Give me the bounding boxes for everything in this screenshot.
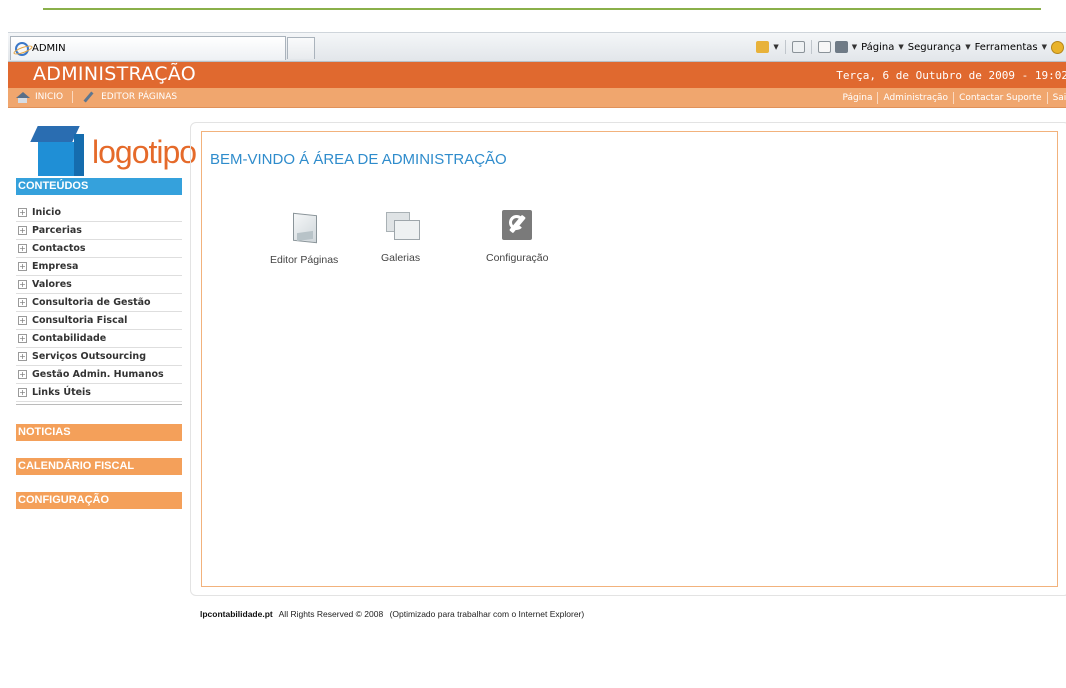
sidebar-item-parcerias[interactable]: + Parcerias	[16, 222, 182, 240]
expand-plus-icon: +	[18, 334, 27, 343]
sidebar-item-label: Links Úteis	[32, 387, 91, 398]
nav-inicio-link[interactable]: INICIO	[35, 92, 63, 102]
internet-explorer-icon	[15, 41, 29, 56]
sidebar-item-consultoria-fiscal[interactable]: + Consultoria Fiscal	[16, 312, 182, 330]
sidebar-item-contactos[interactable]: + Contactos	[16, 240, 182, 258]
sidebar-item-inicio[interactable]: + Inicio	[16, 204, 182, 222]
browser-tab[interactable]: ADMIN	[10, 36, 286, 60]
logo-box-side	[74, 134, 84, 176]
home-icon	[14, 91, 30, 103]
sidebar-item-label: Inicio	[32, 207, 61, 218]
page-editor-icon	[289, 210, 319, 242]
tools-menu[interactable]: Ferramentas	[975, 42, 1038, 53]
separator	[810, 40, 812, 54]
expand-plus-icon: +	[18, 316, 27, 325]
new-tab-button[interactable]	[287, 37, 315, 59]
current-date: Terça, 6 de Outubro de 2009 - 19:02	[836, 69, 1066, 82]
nav-pagina-link[interactable]: Página	[842, 93, 872, 103]
expand-plus-icon: +	[18, 226, 27, 235]
sidebar-item-label: Gestão Admin. Humanos	[32, 369, 164, 380]
top-divider-line	[43, 8, 1041, 10]
tile-galerias[interactable]: Galerias	[381, 210, 420, 264]
tile-label: Editor Páginas	[270, 254, 339, 266]
site-header: ADMINISTRAÇÃO Terça, 6 de Outubro de 200…	[8, 62, 1066, 88]
nav-administracao-link[interactable]: Administração	[883, 93, 948, 103]
sidebar-section-configuracao[interactable]: CONFIGURAÇÃO	[16, 492, 182, 509]
separator	[877, 92, 879, 104]
sidebar-item-consultoria-gestao[interactable]: + Consultoria de Gestão	[16, 294, 182, 312]
home-icon[interactable]	[756, 41, 770, 53]
tile-editor-paginas[interactable]: Editor Páginas	[270, 210, 338, 266]
content-panel	[201, 131, 1058, 587]
sidebar-menu-divider	[16, 404, 182, 405]
sidebar-item-label: Contabilidade	[32, 333, 107, 344]
sidebar-item-empresa[interactable]: + Empresa	[16, 258, 182, 276]
expand-plus-icon: +	[18, 208, 27, 217]
page-footer: lpcontabilidade.pt All Rights Reserved ©…	[200, 609, 588, 619]
expand-plus-icon: +	[18, 370, 27, 379]
wrench-icon	[502, 210, 533, 240]
separator	[72, 91, 74, 103]
sidebar-item-contabilidade[interactable]: + Contabilidade	[16, 330, 182, 348]
sidebar-item-label: Serviços Outsourcing	[32, 351, 146, 362]
footer-rights: All Rights Reserved © 2008	[278, 609, 384, 619]
gallery-icon	[384, 210, 420, 240]
sidebar-item-label: Parcerias	[32, 225, 82, 236]
sidebar-item-label: Empresa	[32, 261, 79, 272]
separator	[953, 92, 955, 104]
sidebar-item-label: Contactos	[32, 243, 86, 254]
tile-label: Configuração	[486, 252, 549, 264]
logo-text: logotipo	[92, 134, 197, 170]
browser-toolbar: ADMIN ▼ ▼ Página ▼ Segurança ▼ Ferrament…	[8, 32, 1066, 62]
chevron-down-icon: ▼	[965, 43, 971, 51]
expand-plus-icon: +	[18, 244, 27, 253]
expand-plus-icon: +	[18, 280, 27, 289]
home-dropdown-icon[interactable]: ▼	[773, 43, 778, 51]
sub-navigation: INICIO EDITOR PÁGINAS Página Administraç…	[8, 88, 1066, 108]
page-title: BEM-VINDO Á ÁREA DE ADMINISTRAÇÃO	[210, 151, 507, 168]
sidebar-section-noticias[interactable]: NOTICIAS	[16, 424, 182, 441]
sidebar-item-label: Consultoria Fiscal	[32, 315, 128, 326]
chevron-down-icon: ▼	[1041, 43, 1047, 51]
site-logo[interactable]: logotipo	[16, 126, 197, 180]
logo-box-front	[38, 142, 74, 176]
browser-tab-title: ADMIN	[32, 43, 66, 54]
separator	[1046, 92, 1048, 104]
sidebar-item-links-uteis[interactable]: + Links Úteis	[16, 384, 182, 402]
mail-icon[interactable]	[817, 41, 831, 53]
print-dropdown-icon[interactable]: ▼	[852, 43, 857, 51]
footer-site-name: lpcontabilidade.pt	[200, 609, 273, 619]
expand-plus-icon: +	[18, 352, 27, 361]
separator	[784, 40, 786, 54]
page-menu[interactable]: Página	[861, 42, 894, 53]
feeds-icon[interactable]	[791, 41, 805, 53]
sidebar-item-valores[interactable]: + Valores	[16, 276, 182, 294]
sidebar-menu: + Inicio + Parcerias + Contactos + Empresa +…	[16, 204, 182, 402]
nav-editor-paginas-link[interactable]: EDITOR PÁGINAS	[101, 92, 177, 102]
logo-box-icon	[30, 126, 80, 142]
footer-note: (Optimizado para trabalhar com o Interne…	[389, 609, 585, 619]
tile-label: Galerias	[381, 252, 421, 264]
expand-plus-icon: +	[18, 298, 27, 307]
help-icon[interactable]	[1051, 40, 1064, 54]
site-title: ADMINISTRAÇÃO	[33, 63, 196, 85]
sidebar-heading-conteudos: CONTEÚDOS	[16, 178, 182, 195]
sidebar-item-servicos-outsourcing[interactable]: + Serviços Outsourcing	[16, 348, 182, 366]
browser-command-bar: ▼ ▼ Página ▼ Segurança ▼ Ferramentas ▼	[756, 40, 1064, 54]
security-menu[interactable]: Segurança	[908, 42, 961, 53]
sidebar-item-label: Valores	[32, 279, 72, 290]
nav-contactar-suporte-link[interactable]: Contactar Suporte	[959, 93, 1042, 103]
expand-plus-icon: +	[18, 388, 27, 397]
chevron-down-icon: ▼	[898, 43, 904, 51]
sidebar-item-label: Consultoria de Gestão	[32, 297, 151, 308]
expand-plus-icon: +	[18, 262, 27, 271]
print-icon[interactable]	[834, 41, 848, 53]
tile-configuracao[interactable]: Configuração	[486, 210, 548, 264]
nav-sair-link[interactable]: Sair	[1053, 93, 1066, 103]
sidebar-item-gestao-admin-humanos[interactable]: + Gestão Admin. Humanos	[16, 366, 182, 384]
wrench-icon	[82, 91, 96, 103]
sidebar-section-calendario-fiscal[interactable]: CALENDÁRIO FISCAL	[16, 458, 182, 475]
